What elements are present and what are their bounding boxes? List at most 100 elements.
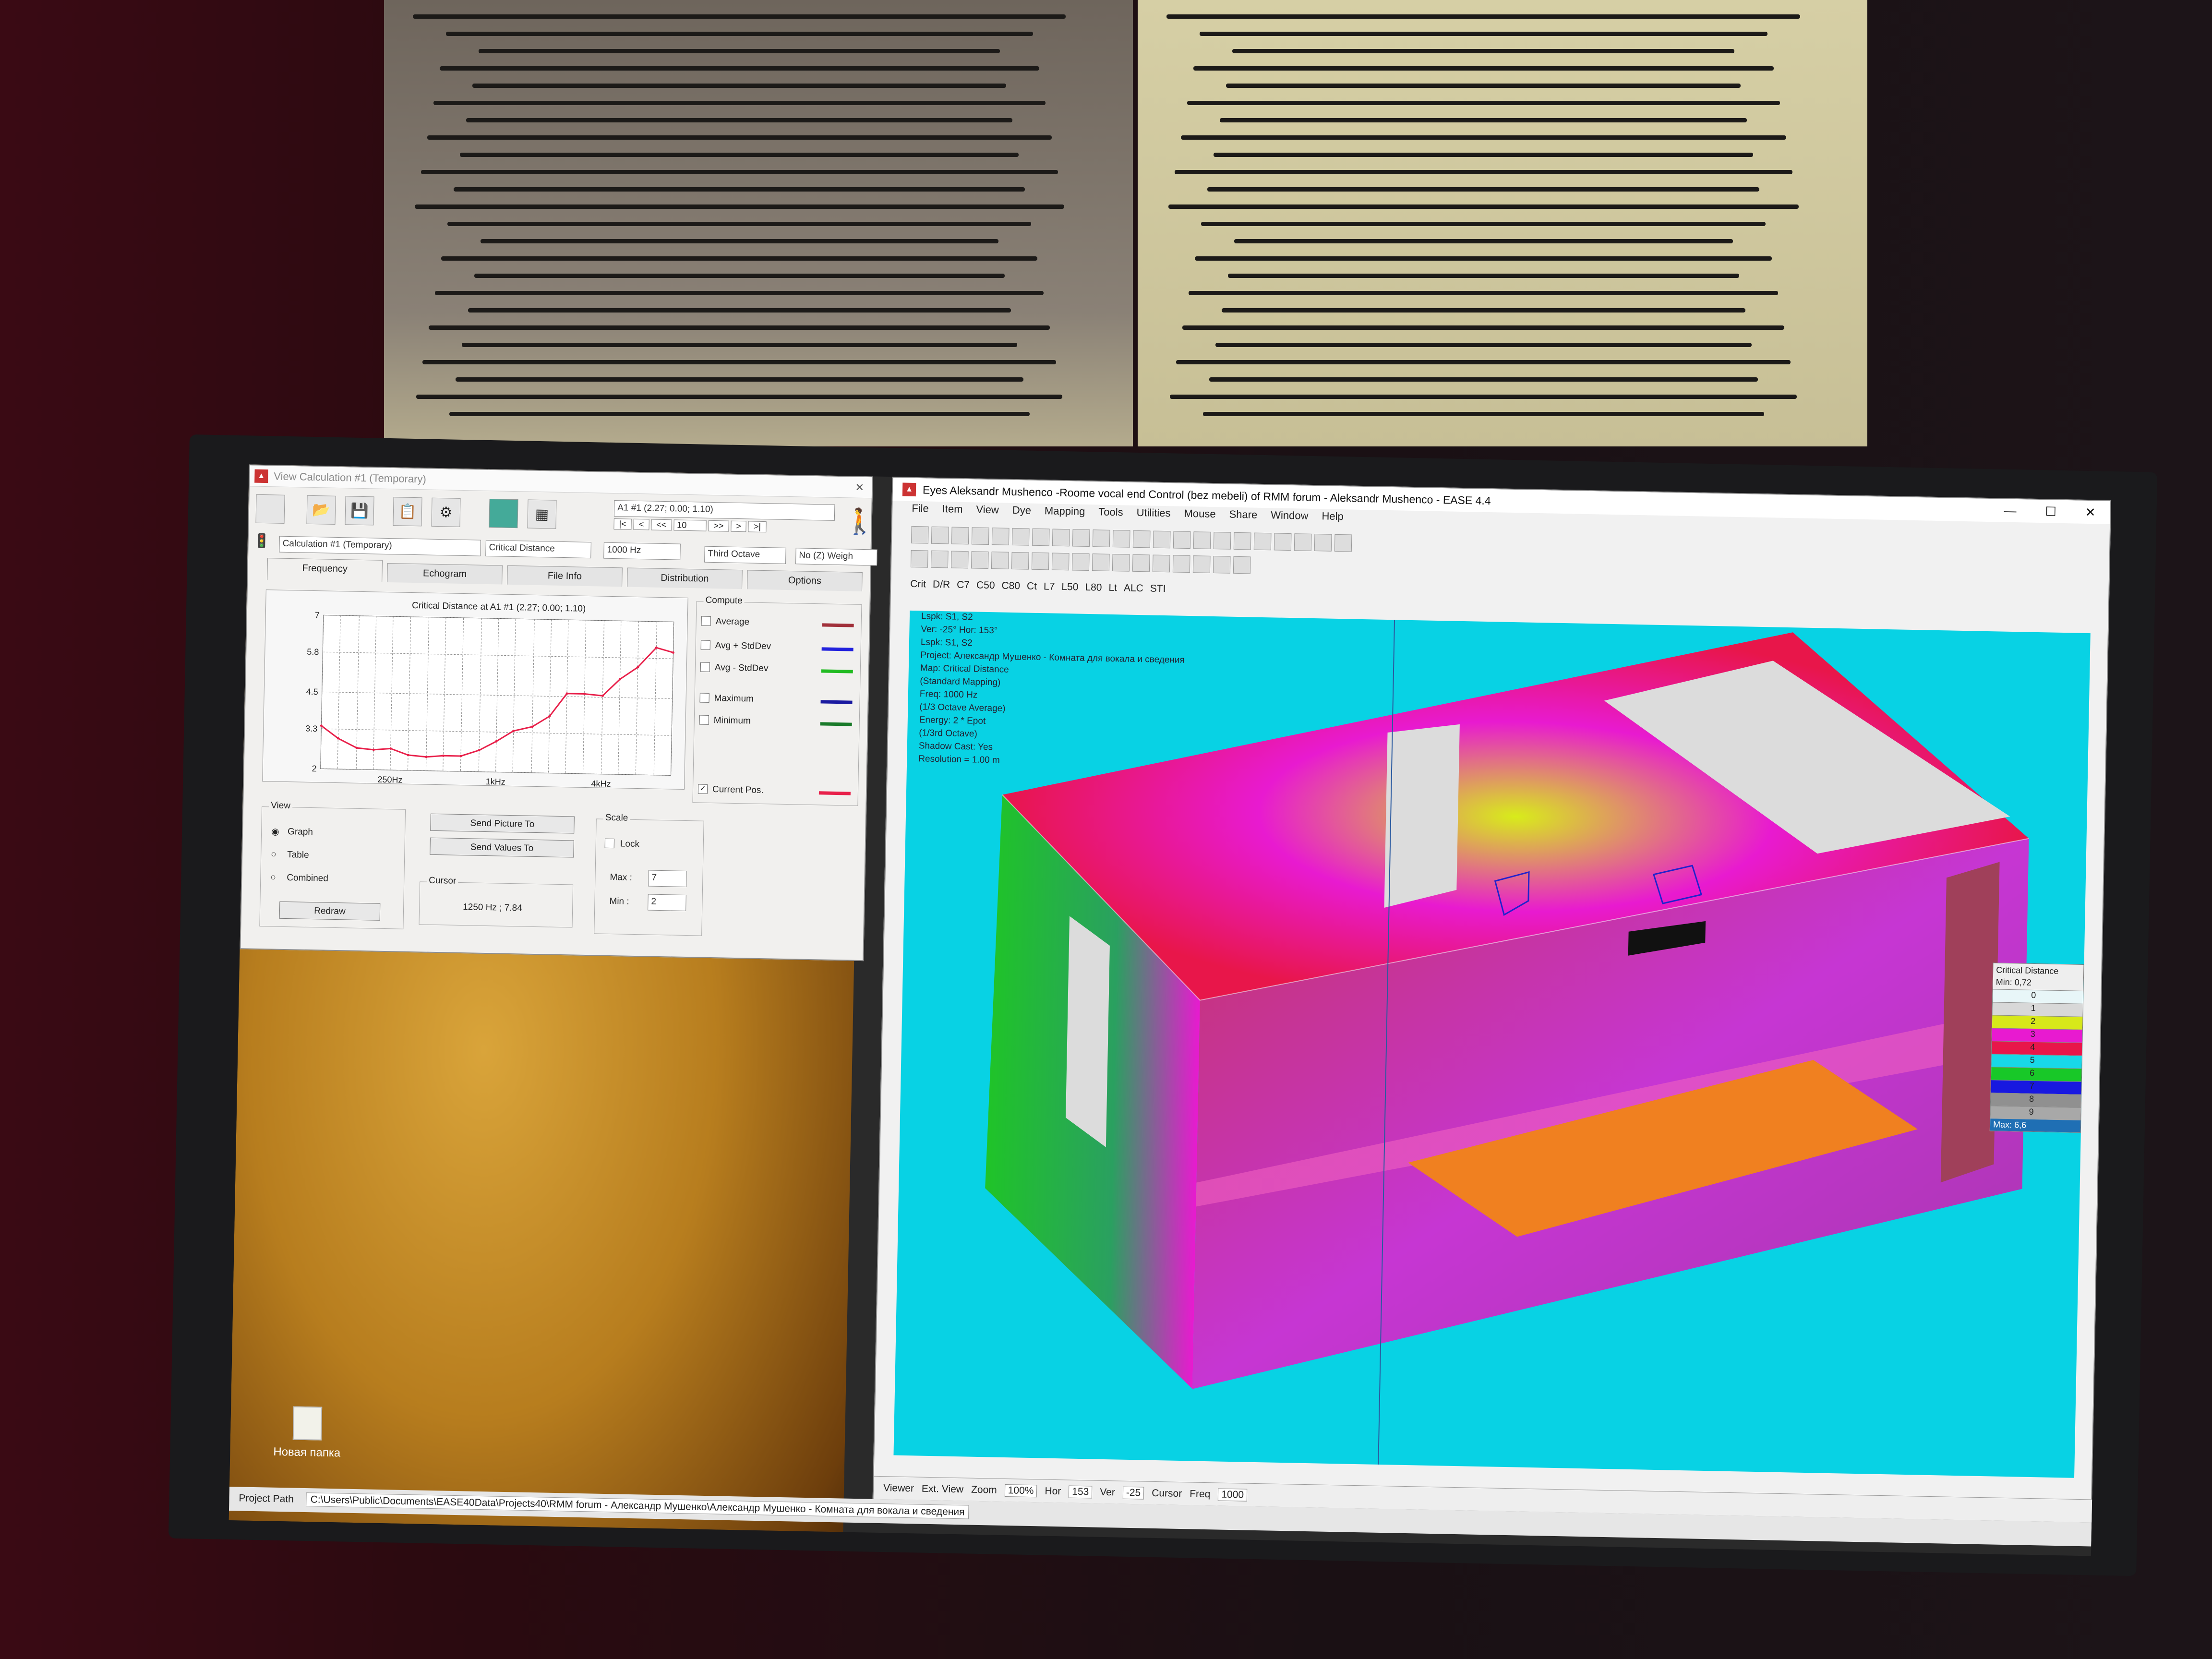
menu-dye[interactable]: Dye xyxy=(1012,504,1032,517)
status-viewer[interactable]: Viewer xyxy=(883,1482,914,1494)
tool-icon[interactable] xyxy=(1314,534,1332,552)
step-input[interactable]: 10 xyxy=(673,519,707,531)
tool-icon[interactable] xyxy=(1112,529,1130,548)
compute-checkbox[interactable] xyxy=(700,662,710,672)
toolbar-c50-button[interactable]: C50 xyxy=(976,580,995,592)
tool-icon[interactable] xyxy=(1193,531,1211,549)
tool-icon[interactable] xyxy=(991,528,1010,545)
tool-icon[interactable] xyxy=(1011,552,1029,570)
compute-checkbox[interactable] xyxy=(699,693,709,703)
menu-item[interactable]: Item xyxy=(942,503,963,516)
tool-icon[interactable] xyxy=(1092,529,1110,547)
compute-checkbox[interactable] xyxy=(699,715,709,725)
compute-checkbox[interactable] xyxy=(700,640,710,650)
walker-icon[interactable]: 🚶 xyxy=(844,506,876,536)
tab-distribution[interactable]: Distribution xyxy=(627,567,743,589)
menu-mouse[interactable]: Mouse xyxy=(1184,507,1216,520)
nav-button[interactable]: << xyxy=(651,519,672,531)
tool-icon[interactable] xyxy=(1072,529,1090,547)
tool-icon[interactable] xyxy=(1153,530,1171,549)
nav-button[interactable]: >> xyxy=(708,520,729,532)
settings-icon[interactable]: ⚙ xyxy=(431,497,461,527)
nav-button[interactable]: |< xyxy=(613,518,632,530)
clipboard-icon[interactable]: 📋 xyxy=(393,497,422,527)
minimize-icon[interactable]: — xyxy=(2004,503,2017,518)
tool-icon[interactable] xyxy=(1334,534,1352,552)
tool-icon[interactable] xyxy=(1172,555,1190,573)
view-radio[interactable]: ○ xyxy=(270,872,276,883)
blank-button[interactable] xyxy=(255,494,285,524)
tool-icon[interactable] xyxy=(930,550,949,568)
tool-icon[interactable] xyxy=(1031,552,1049,570)
tool-icon[interactable] xyxy=(1192,555,1211,573)
toolbar-lt-button[interactable]: Lt xyxy=(1108,582,1117,594)
toolbar-l80-button[interactable]: L80 xyxy=(1085,582,1102,594)
tool-icon[interactable] xyxy=(1132,554,1150,572)
toolbar-l7-button[interactable]: L7 xyxy=(1044,581,1055,592)
redraw-button[interactable]: Redraw xyxy=(279,901,381,921)
view-radio[interactable]: ◉ xyxy=(271,826,279,837)
menu-share[interactable]: Share xyxy=(1229,508,1257,521)
3d-viewport[interactable]: Lspk: S1, S2 Ver: -25° Hor: 153° Lspk: S1,… xyxy=(893,610,2091,1478)
toolbar-crit-button[interactable]: Crit xyxy=(910,578,926,590)
tool-icon[interactable] xyxy=(911,526,929,544)
close-icon[interactable]: ✕ xyxy=(855,481,864,493)
tool-icon[interactable] xyxy=(1233,532,1251,550)
menu-tools[interactable]: Tools xyxy=(1098,505,1123,518)
tool-icon[interactable] xyxy=(1274,533,1292,551)
tool-icon[interactable] xyxy=(1112,553,1130,572)
menu-window[interactable]: Window xyxy=(1271,509,1309,522)
color-map-icon[interactable] xyxy=(489,499,518,529)
weighting-select[interactable]: No (Z) Weigh xyxy=(795,548,878,566)
toolbar-alc-button[interactable]: ALC xyxy=(1124,582,1143,594)
tool-icon[interactable] xyxy=(931,526,949,544)
open-folder-icon[interactable]: 📂 xyxy=(306,495,336,525)
tool-icon[interactable] xyxy=(1071,553,1090,571)
band-select[interactable]: Third Octave xyxy=(704,546,786,564)
nav-button[interactable]: >| xyxy=(748,521,767,533)
min-input[interactable]: 2 xyxy=(648,894,686,912)
tool-icon[interactable] xyxy=(971,551,989,569)
maximize-icon[interactable]: ☐ xyxy=(2045,504,2056,519)
tool-icon[interactable] xyxy=(1213,531,1231,550)
tool-icon[interactable] xyxy=(1052,529,1070,547)
tool-icon[interactable] xyxy=(991,552,1009,569)
quantity-select[interactable]: Critical Distance xyxy=(485,540,591,559)
send-values-button[interactable]: Send Values To xyxy=(430,837,574,858)
tool-icon[interactable] xyxy=(1051,553,1070,571)
max-input[interactable]: 7 xyxy=(648,870,687,888)
tab-frequency[interactable]: Frequency xyxy=(267,558,383,582)
desktop-folder[interactable]: Новая папка xyxy=(259,1406,356,1460)
menu-view[interactable]: View xyxy=(976,503,999,516)
menu-help[interactable]: Help xyxy=(1322,510,1344,523)
toolbar-c80-button[interactable]: C80 xyxy=(1001,580,1020,592)
tool-icon[interactable] xyxy=(950,551,969,569)
save-icon[interactable]: 💾 xyxy=(345,496,374,526)
tool-icon[interactable] xyxy=(1032,528,1050,546)
traffic-light-icon[interactable]: 🚦 xyxy=(253,533,273,553)
lock-checkbox[interactable] xyxy=(604,838,614,849)
tool-icon[interactable] xyxy=(951,527,969,545)
tool-icon[interactable] xyxy=(1294,533,1312,551)
tool-icon[interactable] xyxy=(1173,531,1191,549)
tool-icon[interactable] xyxy=(1213,555,1231,574)
menu-utilities[interactable]: Utilities xyxy=(1136,506,1170,519)
toolbar-sti-button[interactable]: STI xyxy=(1150,583,1166,595)
send-picture-button[interactable]: Send Picture To xyxy=(430,813,575,834)
nav-button[interactable]: < xyxy=(633,518,649,530)
tool-icon[interactable] xyxy=(1092,553,1110,571)
tab-file-info[interactable]: File Info xyxy=(507,565,623,587)
tool-icon[interactable] xyxy=(1152,554,1170,573)
nav-button[interactable]: > xyxy=(731,520,747,532)
tool-icon[interactable] xyxy=(1011,528,1030,546)
current-pos-checkbox[interactable]: ✓ xyxy=(697,784,708,794)
tab-options[interactable]: Options xyxy=(747,570,863,591)
frequency-field[interactable]: 1000 Hz xyxy=(603,542,681,560)
calculation-select[interactable]: Calculation #1 (Temporary) xyxy=(279,536,481,556)
tool-icon[interactable] xyxy=(1253,532,1272,551)
tool-icon[interactable] xyxy=(910,550,928,568)
tab-echogram[interactable]: Echogram xyxy=(387,563,503,585)
toolbar-l50-button[interactable]: L50 xyxy=(1061,581,1078,593)
tool-icon[interactable] xyxy=(1132,530,1151,548)
compute-checkbox[interactable] xyxy=(701,616,711,626)
